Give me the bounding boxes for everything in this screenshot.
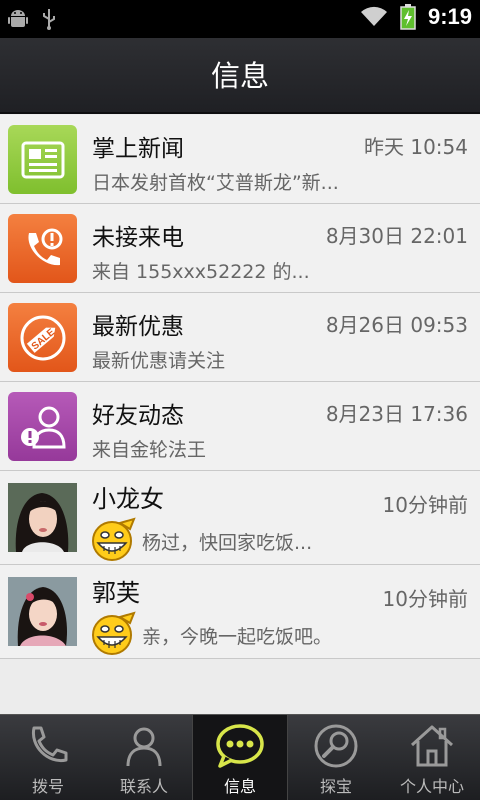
friend-alert-icon xyxy=(8,392,77,461)
bottom-tab-bar: 拨号 联系人 信息 探宝 个人中心 xyxy=(0,714,480,800)
tab-label: 联系人 xyxy=(119,777,168,796)
contacts-icon xyxy=(118,721,170,771)
tab-dialer[interactable]: 拨号 xyxy=(0,715,96,800)
grin-emoji-icon xyxy=(90,609,138,657)
message-preview: 来自金轮法王 xyxy=(92,439,207,461)
tab-profile[interactable]: 个人中心 xyxy=(384,715,480,800)
title-bar: 信息 xyxy=(0,38,480,114)
missed-call-icon xyxy=(8,214,77,283)
sale-tag-icon: SALE xyxy=(8,303,77,372)
avatar xyxy=(8,483,77,552)
message-row-friend-activity[interactable]: 好友动态 8月23日 17:36 来自金轮法王 xyxy=(0,382,480,471)
message-preview: 日本发射首枚“艾普斯龙”新... xyxy=(92,172,339,194)
magnifier-icon xyxy=(310,721,362,771)
message-time: 10分钟前 xyxy=(382,587,468,611)
message-preview: 亲，今晚一起吃饭吧。 xyxy=(142,626,333,648)
message-sender: 掌上新闻 xyxy=(92,136,184,162)
status-bar: 9:19 xyxy=(0,0,480,38)
message-time: 8月26日 09:53 xyxy=(325,313,468,337)
phone-icon xyxy=(22,721,74,771)
message-preview: 来自 155xxx52222 的... xyxy=(92,261,310,283)
tab-label: 探宝 xyxy=(319,777,352,796)
avatar xyxy=(8,577,77,646)
tab-label: 信息 xyxy=(223,777,256,796)
message-time: 10分钟前 xyxy=(382,493,468,517)
message-preview: 杨过，快回家吃饭... xyxy=(142,532,313,554)
message-sender: 好友动态 xyxy=(92,403,184,429)
wifi-icon xyxy=(360,6,387,26)
usb-icon xyxy=(43,9,55,30)
message-row-contact[interactable]: 小龙女 10分钟前 杨过，快回家吃饭... xyxy=(0,471,480,565)
tab-explore[interactable]: 探宝 xyxy=(288,715,384,800)
status-time: 9:19 xyxy=(427,4,472,29)
message-list: 掌上新闻 昨天 10:54 日本发射首枚“艾普斯龙”新... 未接来电 8月30… xyxy=(0,115,480,659)
message-sender: 小龙女 xyxy=(92,485,164,513)
message-time: 8月23日 17:36 xyxy=(325,402,468,426)
message-time: 8月30日 22:01 xyxy=(325,224,468,248)
tab-contacts[interactable]: 联系人 xyxy=(96,715,192,800)
message-preview: 最新优惠请关注 xyxy=(92,350,226,372)
message-row-missed-call[interactable]: 未接来电 8月30日 22:01 来自 155xxx52222 的... xyxy=(0,204,480,293)
message-sender: 最新优惠 xyxy=(92,314,184,340)
message-time: 昨天 10:54 xyxy=(364,135,468,159)
newspaper-icon xyxy=(8,125,77,194)
grin-emoji-icon xyxy=(90,515,138,563)
home-icon xyxy=(406,721,458,771)
message-sender: 未接来电 xyxy=(92,225,184,251)
message-row-contact[interactable]: 郭芙 10分钟前 亲，今晚一起吃饭吧。 xyxy=(0,565,480,659)
battery-charging-icon xyxy=(400,4,416,30)
tab-messages[interactable]: 信息 xyxy=(192,715,288,800)
tab-label: 拨号 xyxy=(31,777,64,796)
message-row-promotions[interactable]: SALE 最新优惠 8月26日 09:53 最新优惠请关注 xyxy=(0,293,480,382)
message-row-news[interactable]: 掌上新闻 昨天 10:54 日本发射首枚“艾普斯龙”新... xyxy=(0,115,480,204)
page-title: 信息 xyxy=(210,59,269,93)
chat-bubble-icon xyxy=(214,721,266,771)
tab-label: 个人中心 xyxy=(399,777,464,796)
android-icon xyxy=(8,10,28,27)
message-sender: 郭芙 xyxy=(92,579,140,607)
